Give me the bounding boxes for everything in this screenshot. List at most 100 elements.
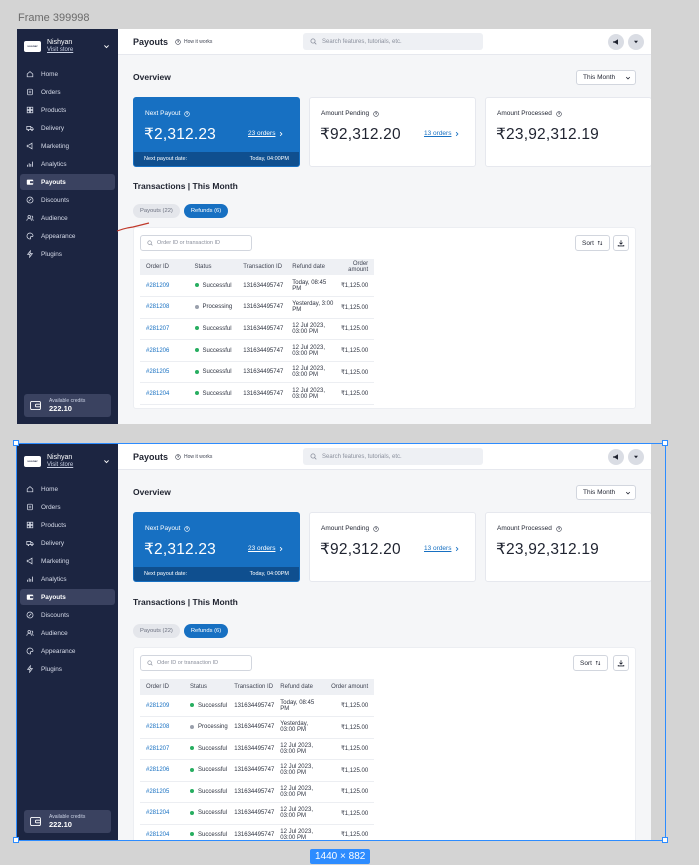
order-id-link[interactable]: #281204 [140, 803, 184, 825]
visit-store-link[interactable]: Visit store [47, 462, 73, 469]
tab-payouts[interactable]: Payouts (22) [133, 204, 180, 218]
tab-payouts[interactable]: Payouts (22) [133, 624, 180, 638]
table-row[interactable]: #281206 Successful 131634495747 12 Jul 2023… [140, 760, 375, 782]
help-icon[interactable] [556, 110, 562, 117]
download-button[interactable] [613, 235, 629, 251]
table-row[interactable]: #281205 Successful 131634495747 12 Jul 2023… [140, 781, 375, 803]
sidebar-item-marketing[interactable]: Marketing [20, 138, 115, 154]
order-search-input[interactable]: Oder ID or transaction ID [140, 655, 252, 671]
order-id-link[interactable]: #281207 [140, 738, 184, 760]
help-icon[interactable] [556, 525, 562, 532]
status-label: Successful [202, 390, 232, 397]
frame-payouts-selected[interactable]: sooner Nishyan Visit store Home Orders Pro… [17, 444, 651, 840]
sidebar-item-home[interactable]: Home [20, 66, 115, 82]
next-payout-orders-link[interactable]: 23 orders [248, 545, 284, 552]
sidebar-item-products[interactable]: Products [20, 102, 115, 118]
store-switcher[interactable]: sooner Nishyan Visit store [17, 444, 118, 472]
sidebar-item-delivery[interactable]: Delivery [20, 120, 115, 136]
order-search-input[interactable]: Order ID or transaction ID [140, 235, 252, 251]
sidebar-item-payouts[interactable]: Payouts [20, 174, 115, 190]
credits-value: 222.10 [49, 820, 72, 829]
frame-label: Frame 399998 [18, 12, 90, 24]
order-id-link[interactable]: #281207 [140, 318, 189, 340]
status-cell: Successful [184, 803, 228, 825]
order-id-link[interactable]: #281206 [140, 340, 189, 362]
sidebar-item-plugins[interactable]: Plugins [20, 246, 115, 262]
resize-handle-tr[interactable] [662, 440, 668, 446]
global-search-input[interactable]: Search features, tutorials, etc. [303, 448, 483, 465]
sidebar-item-audience[interactable]: Audience [20, 625, 115, 641]
table-row[interactable]: #281204 Successful 131634495747 12 Jul 2023… [140, 383, 375, 405]
available-credits[interactable]: Available credits 222.10 [24, 810, 111, 833]
table-row[interactable]: #281204 Successful 131634495747 12 Jul 2023… [140, 824, 374, 840]
plugin-icon [26, 665, 34, 673]
resize-handle-br[interactable] [662, 837, 668, 843]
sidebar-item-plugins[interactable]: Plugins [20, 661, 115, 677]
amount-pending-orders-link[interactable]: 13 orders [424, 545, 460, 552]
resize-handle-bl[interactable] [13, 837, 19, 843]
chevron-down-icon[interactable] [103, 458, 110, 465]
sidebar-item-analytics[interactable]: Analytics [20, 156, 115, 172]
sort-button[interactable]: Sort [575, 235, 610, 251]
truck-icon [26, 126, 34, 132]
status-label: Successful [202, 282, 232, 289]
table-row[interactable]: #281208 Processing 131634495747 Yesterday, … [140, 297, 375, 319]
visit-store-link[interactable]: Visit store [47, 47, 73, 54]
transaction-id-cell: 131634495747 [243, 282, 284, 289]
announcements-button[interactable] [608, 449, 624, 465]
table-row[interactable]: #281208 Processing 131634495747 Yesterday, … [140, 717, 375, 739]
sidebar-item-payouts[interactable]: Payouts [20, 589, 115, 605]
order-id-link[interactable]: #281208 [140, 297, 189, 319]
resize-handle-tl[interactable] [13, 440, 19, 446]
global-search-input[interactable]: Search features, tutorials, etc. [303, 33, 483, 50]
next-payout-value: ₹2,312.23 [144, 126, 216, 143]
tab-refunds[interactable]: Refunds (6) [183, 624, 229, 638]
store-switcher[interactable]: sooner Nishyan Visit store [17, 29, 118, 57]
period-select[interactable]: This Month [576, 485, 636, 500]
sidebar-item-appearance[interactable]: Appearance [20, 643, 115, 659]
table-row[interactable]: #281207 Successful 131634495747 12 Jul 2023… [140, 318, 375, 340]
table-row[interactable]: #281206 Successful 131634495747 12 Jul 2023… [140, 340, 375, 362]
table-row[interactable]: #281209 Successful 131634495747 Today, 08:4… [140, 275, 375, 297]
sort-button[interactable]: Sort [573, 655, 608, 671]
chevron-down-icon[interactable] [103, 43, 110, 50]
sidebar-item-orders[interactable]: Orders [20, 499, 115, 515]
order-id-link[interactable]: #281205 [140, 781, 184, 803]
order-id-link[interactable]: #281205 [140, 361, 189, 383]
tab-refunds[interactable]: Refunds (6) [183, 204, 229, 218]
sidebar-item-products[interactable]: Products [20, 517, 115, 533]
order-id-link[interactable]: #281208 [140, 717, 184, 739]
table-row[interactable]: #281204 Successful 131634495747 12 Jul 2023… [140, 803, 375, 825]
download-button[interactable] [613, 655, 629, 671]
table-row[interactable]: #281207 Successful 131634495747 12 Jul 2023… [140, 738, 375, 760]
help-icon[interactable] [373, 110, 379, 117]
sidebar-item-orders[interactable]: Orders [20, 84, 115, 100]
how-it-works-link[interactable]: How it works [175, 454, 212, 460]
sidebar-item-audience[interactable]: Audience [20, 210, 115, 226]
sidebar-item-discounts[interactable]: Discounts [20, 192, 115, 208]
available-credits[interactable]: Available credits 222.10 [24, 394, 111, 417]
order-id-link[interactable]: #281209 [140, 695, 184, 717]
amount-pending-orders-link[interactable]: 13 orders [424, 130, 460, 137]
sidebar-item-home[interactable]: Home [20, 481, 115, 497]
how-it-works-link[interactable]: How it works [175, 39, 212, 45]
sidebar-item-appearance[interactable]: Appearance [20, 228, 115, 244]
sidebar-item-analytics[interactable]: Analytics [20, 571, 115, 587]
order-id-link[interactable]: #281204 [140, 824, 184, 840]
help-icon[interactable] [184, 110, 191, 117]
table-row[interactable]: #281205 Successful 131634495747 12 Jul 2023… [140, 361, 375, 383]
account-menu-button[interactable] [628, 449, 644, 465]
table-row[interactable]: #281209 Successful 131634495747 Today, 08:4… [140, 695, 375, 717]
sidebar-item-discounts[interactable]: Discounts [20, 607, 115, 623]
help-icon[interactable] [373, 525, 379, 532]
order-id-link[interactable]: #281209 [140, 275, 189, 297]
sidebar-item-marketing[interactable]: Marketing [20, 553, 115, 569]
period-select[interactable]: This Month [576, 70, 636, 85]
announcements-button[interactable] [608, 34, 624, 50]
order-id-link[interactable]: #281206 [140, 760, 184, 782]
account-menu-button[interactable] [628, 34, 644, 50]
order-id-link[interactable]: #281204 [140, 383, 189, 405]
next-payout-orders-link[interactable]: 23 orders [248, 130, 284, 137]
sidebar-item-delivery[interactable]: Delivery [20, 535, 115, 551]
help-icon[interactable] [184, 525, 191, 532]
